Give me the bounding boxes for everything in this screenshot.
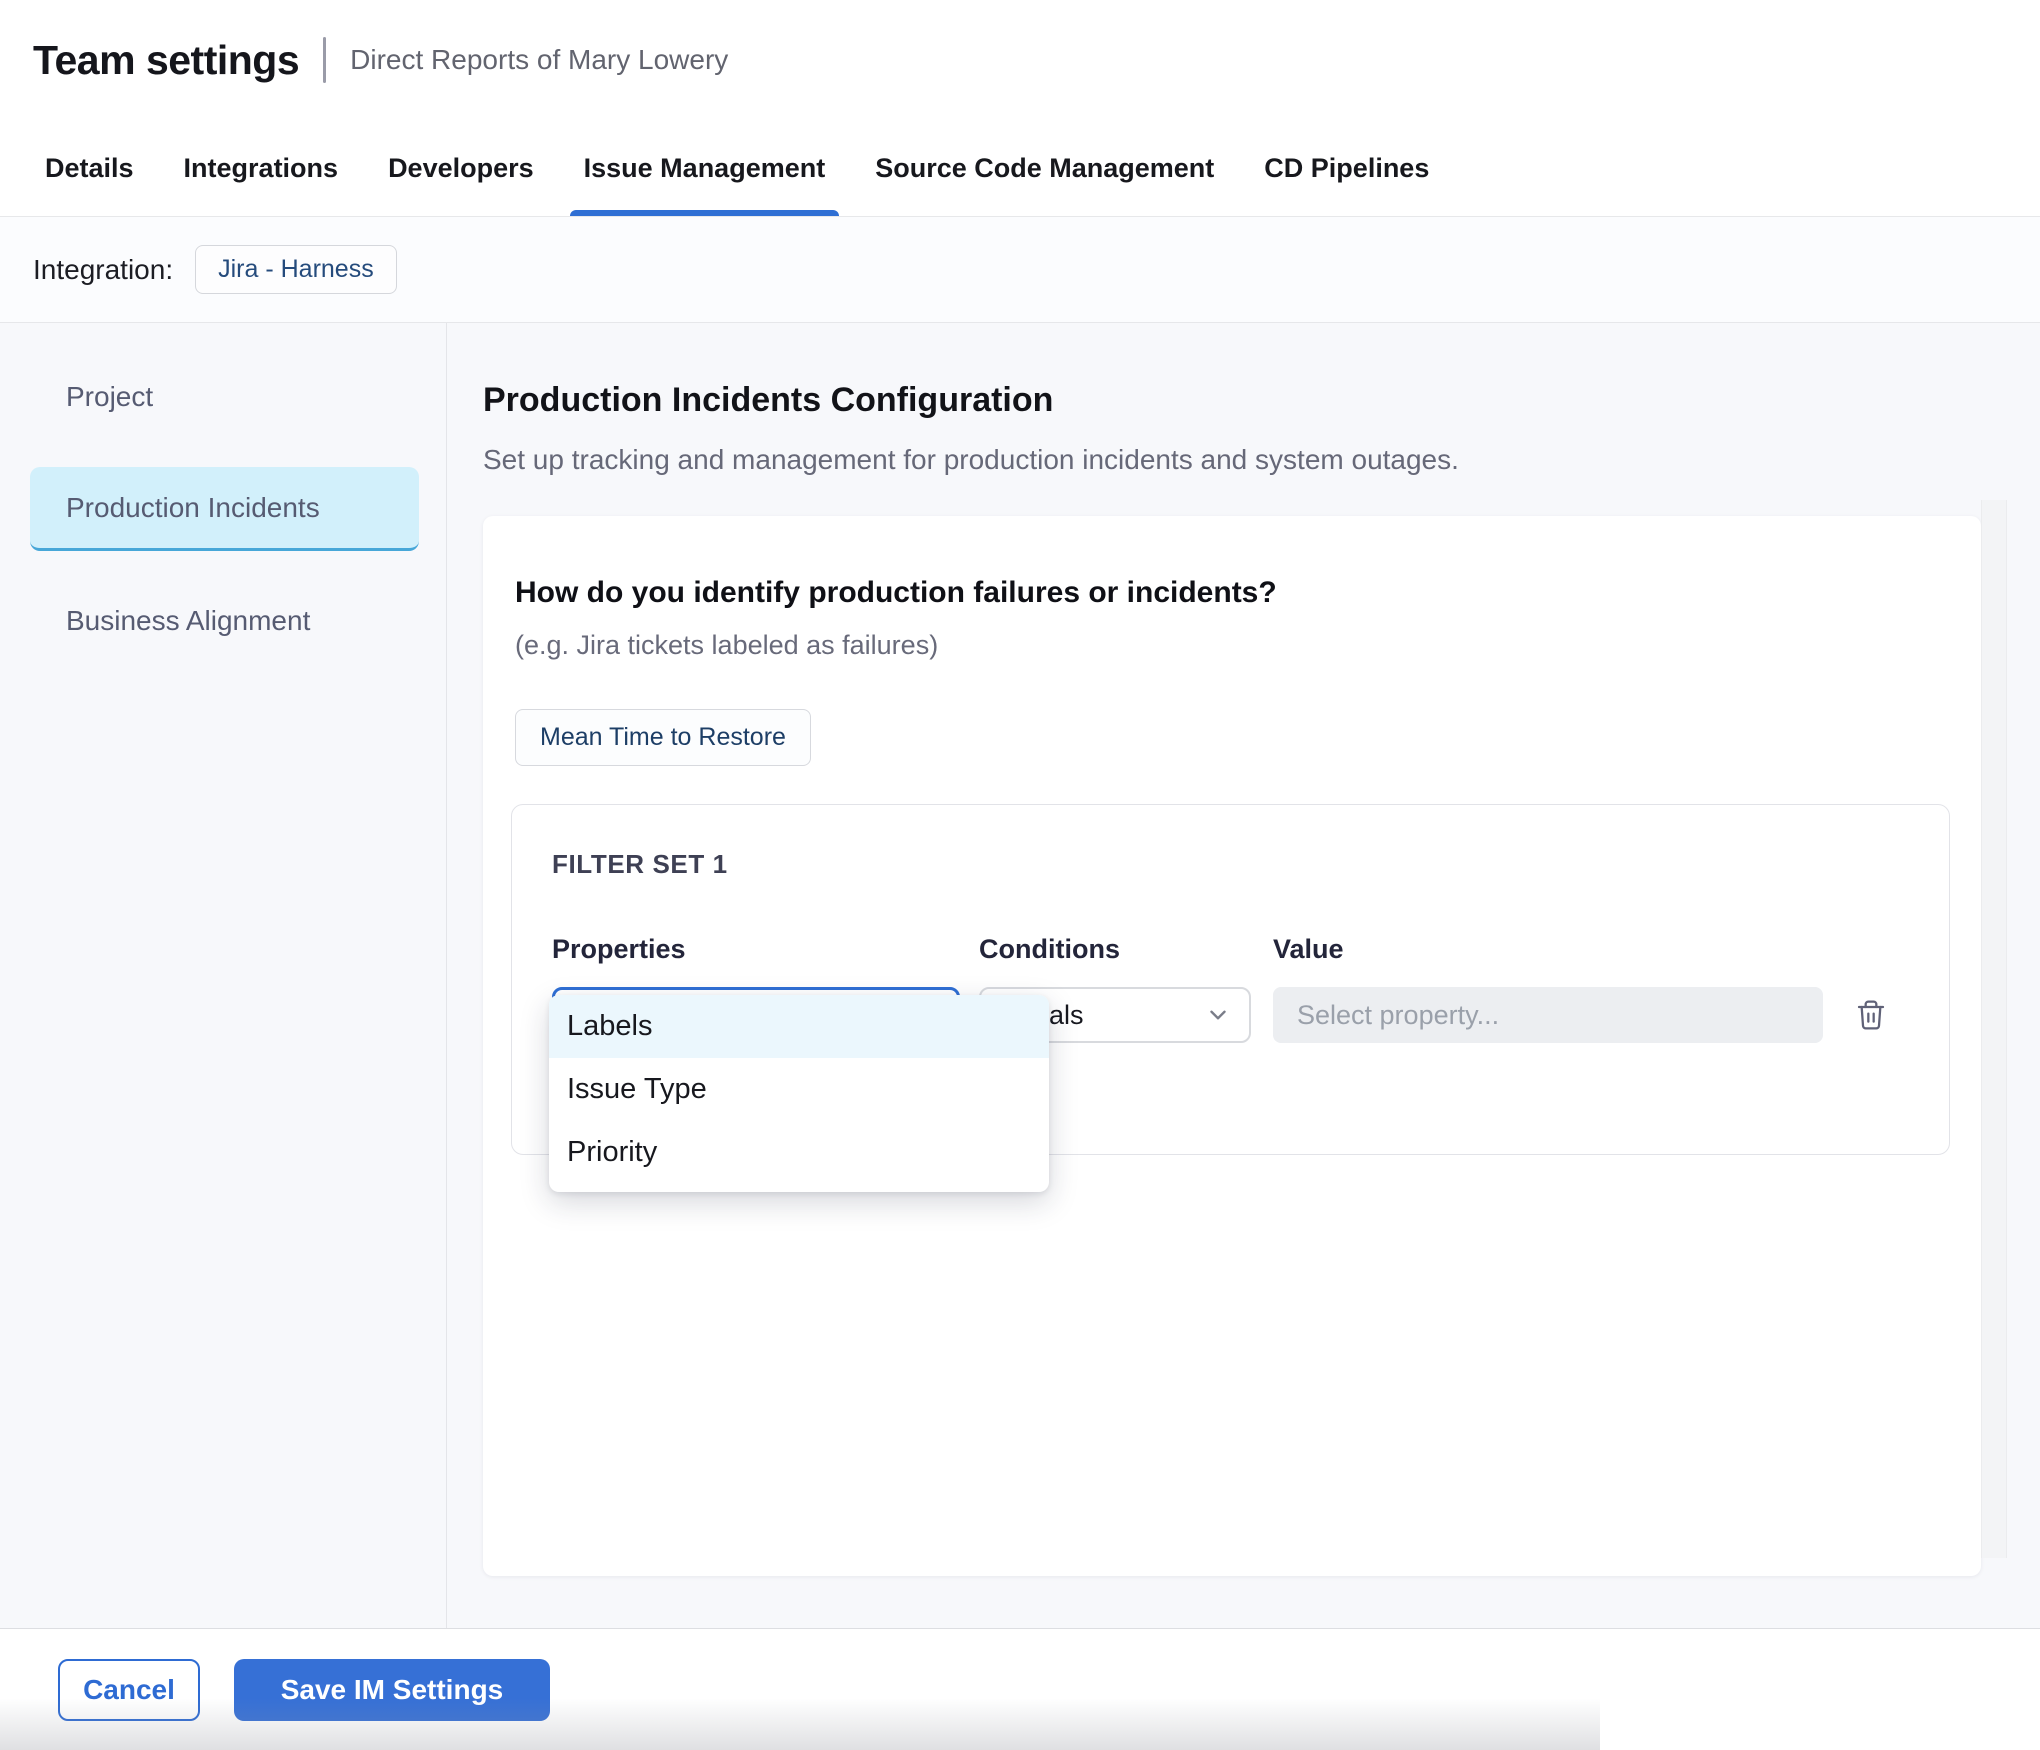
section-title: Production Incidents Configuration — [483, 381, 2040, 420]
property-dropdown-menu: Labels Issue Type Priority — [549, 995, 1049, 1192]
page-header: Team settings Direct Reports of Mary Low… — [0, 0, 2040, 120]
trash-icon — [1855, 999, 1887, 1031]
sidebar-item-project[interactable]: Project — [30, 355, 419, 439]
footer-action-bar: Cancel Save IM Settings — [0, 1628, 2040, 1750]
dropdown-option-labels[interactable]: Labels — [549, 995, 1049, 1058]
page-title: Team settings — [33, 37, 299, 84]
section-subtitle: Set up tracking and management for produ… — [483, 444, 2040, 476]
tab-issue-management[interactable]: Issue Management — [570, 120, 840, 216]
filter-set-title: FILTER SET 1 — [552, 849, 1909, 880]
tab-integrations[interactable]: Integrations — [170, 120, 353, 216]
column-header-conditions: Conditions — [979, 934, 1251, 965]
tab-cd-pipelines[interactable]: CD Pipelines — [1250, 120, 1443, 216]
content-area: Project Production Incidents Business Al… — [0, 323, 2040, 1628]
tab-details[interactable]: Details — [31, 120, 148, 216]
active-tab-underline — [570, 210, 840, 216]
value-input-placeholder: Select property... — [1297, 1000, 1499, 1031]
cancel-button[interactable]: Cancel — [58, 1659, 200, 1721]
dropdown-option-issue-type[interactable]: Issue Type — [549, 1058, 1049, 1121]
dropdown-option-priority[interactable]: Priority — [549, 1121, 1049, 1184]
tab-source-code-management[interactable]: Source Code Management — [861, 120, 1228, 216]
team-name-subtitle: Direct Reports of Mary Lowery — [350, 44, 728, 76]
sidebar-item-production-incidents[interactable]: Production Incidents — [30, 467, 419, 551]
sidebar-item-business-alignment[interactable]: Business Alignment — [30, 579, 419, 663]
mean-time-to-restore-chip[interactable]: Mean Time to Restore — [515, 709, 811, 766]
chevron-down-icon — [1205, 1002, 1231, 1028]
question-hint: (e.g. Jira tickets labeled as failures) — [515, 630, 1981, 661]
scrollbar-track[interactable] — [1981, 500, 2007, 1558]
filter-column-headers: Properties Conditions Value — [552, 934, 1909, 965]
value-input[interactable]: Select property... — [1273, 987, 1823, 1043]
integration-bar: Integration: Jira - Harness — [0, 217, 2040, 323]
column-header-properties: Properties — [552, 934, 960, 965]
question-title: How do you identify production failures … — [515, 576, 1981, 610]
delete-filter-button[interactable] — [1849, 993, 1893, 1037]
incidents-config-card: How do you identify production failures … — [483, 516, 1981, 1576]
save-im-settings-button[interactable]: Save IM Settings — [234, 1659, 550, 1721]
tab-developers[interactable]: Developers — [374, 120, 548, 216]
settings-sidebar: Project Production Incidents Business Al… — [0, 323, 447, 1628]
column-header-value: Value — [1273, 934, 1823, 965]
integration-label: Integration: — [33, 254, 173, 286]
main-panel: Production Incidents Configuration Set u… — [447, 323, 2040, 1628]
integration-chip-jira-harness[interactable]: Jira - Harness — [195, 245, 397, 294]
settings-tab-bar: Details Integrations Developers Issue Ma… — [0, 120, 2040, 217]
title-divider — [323, 37, 326, 83]
